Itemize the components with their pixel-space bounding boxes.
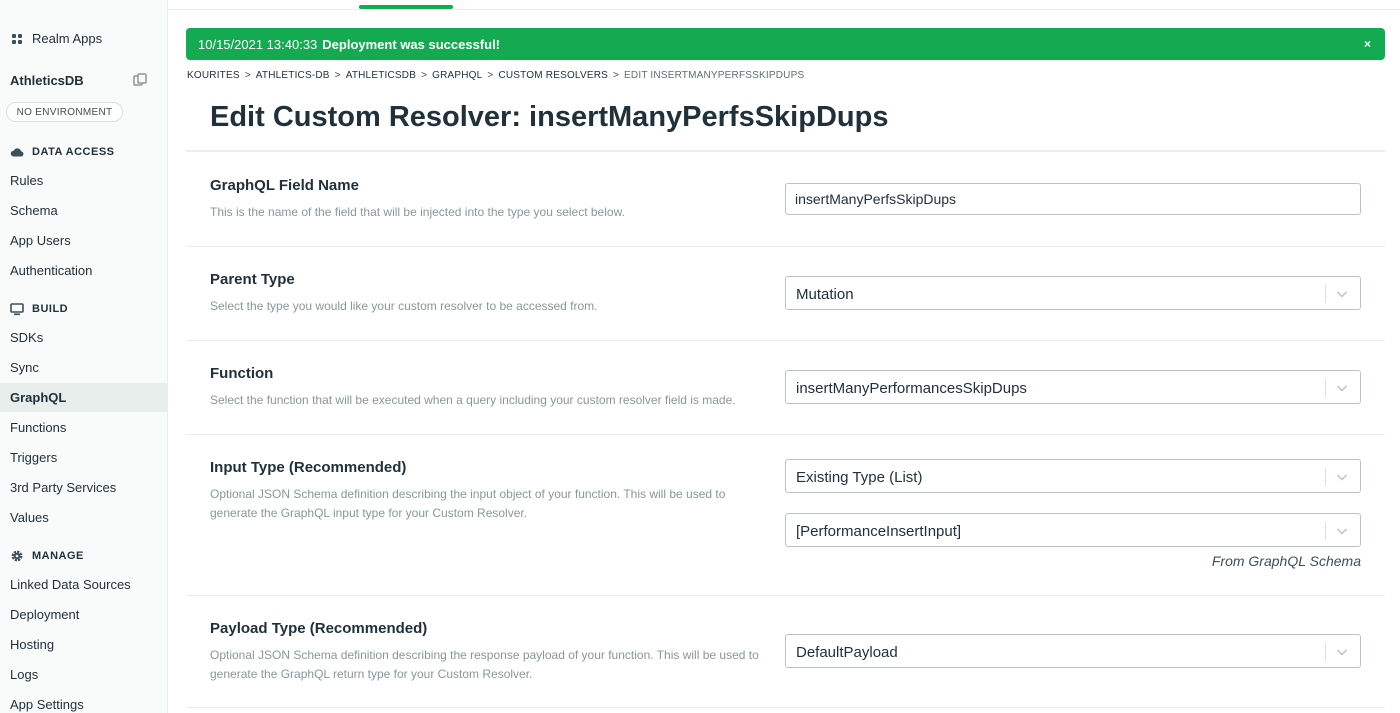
sidebar-item-sdks[interactable]: SDKs xyxy=(0,323,167,351)
row-divider xyxy=(186,595,1385,596)
field-name-description: This is the name of the field that will … xyxy=(210,205,625,219)
active-tab-indicator xyxy=(359,5,453,9)
payload-type-label: Payload Type (Recommended) xyxy=(210,620,428,637)
sidebar-item-hosting[interactable]: Hosting xyxy=(0,630,167,658)
close-icon[interactable]: × xyxy=(1364,37,1371,51)
app-name: AthleticsDB xyxy=(10,73,84,88)
function-description: Select the function that will be execute… xyxy=(210,393,736,407)
input-type-mode-value: Existing Type (List) xyxy=(796,469,923,486)
sidebar: Realm Apps AthleticsDB NO ENVIRONMENT DA… xyxy=(0,0,168,713)
sidebar-item-app-settings[interactable]: App Settings xyxy=(0,690,167,713)
sidebar-item-app-users[interactable]: App Users xyxy=(0,226,167,254)
breadcrumb-separator: > xyxy=(244,70,251,81)
chevron-down-icon xyxy=(1336,474,1348,481)
sidebar-item-logs[interactable]: Logs xyxy=(0,660,167,688)
sidebar-item-schema[interactable]: Schema xyxy=(0,196,167,224)
chevron-down-icon xyxy=(1336,385,1348,392)
section-title: DATA ACCESS xyxy=(32,146,115,158)
sidebar-item-deployment[interactable]: Deployment xyxy=(0,600,167,628)
banner-message: Deployment was successful! xyxy=(322,36,501,52)
parent-type-label: Parent Type xyxy=(210,271,295,288)
input-type-source-note: From GraphQL Schema xyxy=(1211,553,1361,569)
breadcrumb-item[interactable]: KOURITES xyxy=(187,70,240,81)
copy-icon[interactable] xyxy=(133,73,147,87)
parent-type-select[interactable]: Mutation xyxy=(785,276,1361,310)
chevron-down-icon xyxy=(1336,528,1348,535)
field-name-input[interactable] xyxy=(785,183,1361,215)
select-divider xyxy=(1325,379,1326,397)
apps-grid-icon xyxy=(12,33,22,44)
sidebar-item-3rd-party-services[interactable]: 3rd Party Services xyxy=(0,473,167,501)
row-divider xyxy=(186,340,1385,341)
select-divider xyxy=(1325,643,1326,661)
breadcrumb-separator: > xyxy=(613,70,620,81)
input-type-description: Optional JSON Schema definition describi… xyxy=(210,487,726,520)
input-type-label: Input Type (Recommended) xyxy=(210,459,407,476)
select-divider xyxy=(1325,285,1326,303)
realm-apps-link[interactable]: Realm Apps xyxy=(12,31,102,46)
chevron-down-icon xyxy=(1336,649,1348,656)
sidebar-item-rules[interactable]: Rules xyxy=(0,166,167,194)
sidebar-item-functions[interactable]: Functions xyxy=(0,413,167,441)
breadcrumb-current: EDIT INSERTMANYPERFSSKIPDUPS xyxy=(624,70,805,81)
parent-type-value: Mutation xyxy=(796,286,854,303)
sidebar-item-graphql[interactable]: GraphQL xyxy=(0,383,167,412)
breadcrumb-separator: > xyxy=(421,70,428,81)
top-tab-bar-border xyxy=(168,9,1400,10)
function-value: insertManyPerformancesSkipDups xyxy=(796,380,1027,397)
chevron-down-icon xyxy=(1336,291,1348,298)
select-divider xyxy=(1325,468,1326,486)
environment-badge[interactable]: NO ENVIRONMENT xyxy=(6,102,123,122)
realm-apps-label: Realm Apps xyxy=(32,31,103,46)
function-label: Function xyxy=(210,365,274,382)
sidebar-item-triggers[interactable]: Triggers xyxy=(0,443,167,471)
cloud-icon xyxy=(10,148,24,157)
breadcrumb-item[interactable]: ATHLETICS-DB xyxy=(256,70,330,81)
title-divider xyxy=(186,150,1385,152)
sidebar-item-values[interactable]: Values xyxy=(0,503,167,531)
breadcrumb-item[interactable]: GRAPHQL xyxy=(432,70,482,81)
function-select[interactable]: insertManyPerformancesSkipDups xyxy=(785,370,1361,404)
monitor-icon xyxy=(10,303,24,316)
section-manage: MANAGE xyxy=(10,549,84,563)
page-title: Edit Custom Resolver: insertManyPerfsSki… xyxy=(210,101,889,133)
breadcrumb-item[interactable]: ATHLETICSDB xyxy=(346,70,416,81)
row-divider xyxy=(186,707,1385,708)
row-divider xyxy=(186,434,1385,435)
sidebar-item-sync[interactable]: Sync xyxy=(0,353,167,381)
sidebar-item-authentication[interactable]: Authentication xyxy=(0,256,167,284)
payload-type-description: Optional JSON Schema definition describi… xyxy=(210,648,759,681)
field-name-label: GraphQL Field Name xyxy=(210,177,359,194)
sidebar-item-linked-data-sources[interactable]: Linked Data Sources xyxy=(0,570,167,598)
section-build: BUILD xyxy=(10,302,68,316)
payload-type-select[interactable]: DefaultPayload xyxy=(785,634,1361,668)
deployment-success-banner: 10/15/2021 13:40:33 Deployment was succe… xyxy=(186,28,1385,60)
input-type-value: [PerformanceInsertInput] xyxy=(796,523,962,540)
banner-timestamp: 10/15/2021 13:40:33 xyxy=(198,36,318,52)
section-title: MANAGE xyxy=(32,550,84,562)
breadcrumb: KOURITES > ATHLETICS-DB > ATHLETICSDB > … xyxy=(187,70,804,81)
parent-type-description: Select the type you would like your cust… xyxy=(210,299,598,313)
payload-type-value: DefaultPayload xyxy=(796,644,898,661)
input-type-mode-select[interactable]: Existing Type (List) xyxy=(785,459,1361,493)
input-type-select[interactable]: [PerformanceInsertInput] xyxy=(785,513,1361,547)
breadcrumb-separator: > xyxy=(487,70,494,81)
gear-icon xyxy=(11,550,23,562)
select-divider xyxy=(1325,522,1326,540)
row-divider xyxy=(186,246,1385,247)
section-data-access: DATA ACCESS xyxy=(10,145,115,159)
breadcrumb-separator: > xyxy=(334,70,341,81)
breadcrumb-item[interactable]: CUSTOM RESOLVERS xyxy=(498,70,608,81)
section-title: BUILD xyxy=(32,303,69,315)
